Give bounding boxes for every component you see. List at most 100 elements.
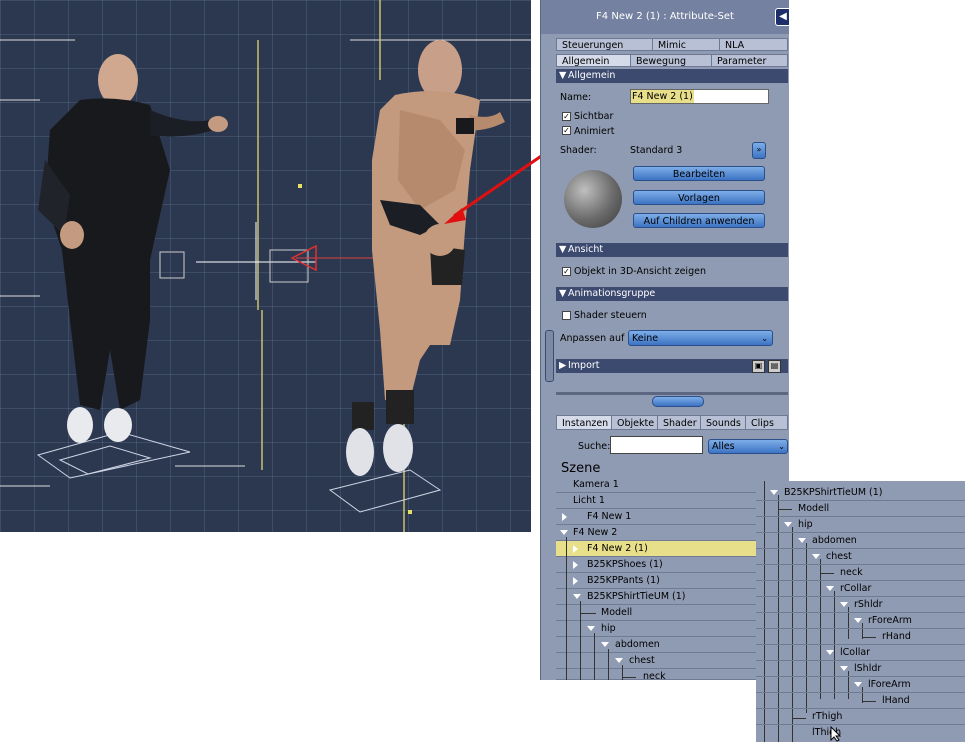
inset-item[interactable]: rHand (756, 629, 965, 645)
tab-mimic[interactable]: Mimic (652, 38, 720, 51)
inset-item[interactable]: lShldr (756, 661, 965, 677)
animated-checkbox[interactable]: ✓ (562, 126, 571, 135)
list-item[interactable]: F4 New 2 (556, 525, 788, 541)
section-ansicht[interactable]: ▼ Ansicht (556, 243, 788, 257)
tab-allgemein[interactable]: Allgemein (556, 54, 631, 67)
collapse-icon (840, 666, 848, 671)
shader-control-label: Shader steuern (574, 310, 647, 321)
item-label: Kamera 1 (573, 479, 619, 490)
item-label: hip (798, 519, 813, 530)
item-label: chest (826, 551, 852, 562)
inset-item[interactable]: B25KPShirtTieUM (1) (756, 485, 965, 501)
splitter-handle[interactable] (652, 396, 704, 407)
list-item[interactable]: neck (556, 669, 788, 680)
collapse-icon (826, 586, 834, 591)
list-item[interactable]: abdomen (556, 637, 788, 653)
inset-item[interactable]: lThigh (756, 725, 965, 742)
item-label: lForeArm (868, 679, 911, 690)
collapse-icon (587, 626, 595, 631)
save-icon[interactable]: ▣ (752, 360, 765, 373)
tab-sounds[interactable]: Sounds (700, 415, 746, 430)
show-in-3d-checkbox[interactable]: ✓ (562, 267, 571, 276)
inset-item[interactable]: hip (756, 517, 965, 533)
tab-label: Parameter (717, 56, 767, 67)
inset-item[interactable]: Modell (756, 501, 965, 517)
inset-item[interactable]: lCollar (756, 645, 965, 661)
shader-control-checkbox[interactable] (562, 311, 571, 320)
mouse-cursor-icon (830, 726, 842, 742)
fit-to-select[interactable]: Keine ⌄ (628, 330, 773, 346)
open-folder-icon[interactable]: ▤ (768, 360, 781, 373)
triangle-right-icon: ▶ (559, 360, 567, 371)
inset-item[interactable]: rForeArm (756, 613, 965, 629)
inset-item[interactable]: abdomen (756, 533, 965, 549)
collapse-icon (812, 554, 820, 559)
list-item[interactable]: F4 New 1 (556, 509, 788, 525)
inset-item[interactable]: rCollar (756, 581, 965, 597)
collapse-icon (854, 618, 862, 623)
side-collapse-handle[interactable] (545, 330, 554, 382)
collapse-icon (784, 522, 792, 527)
inset-item[interactable]: rShldr (756, 597, 965, 613)
section-animationsgruppe[interactable]: ▼ Animationsgruppe (556, 287, 788, 301)
apply-to-children-button[interactable]: Auf Children anwenden (633, 213, 765, 228)
tab-instanzen[interactable]: Instanzen (556, 415, 612, 430)
edit-shader-button[interactable]: Bearbeiten (633, 166, 765, 181)
list-item[interactable]: Kamera 1 (556, 477, 788, 493)
inset-item[interactable]: lHand (756, 693, 965, 709)
item-label: rHand (882, 631, 911, 642)
3d-viewport[interactable] (0, 0, 531, 532)
list-item[interactable]: B25KPShirtTieUM (1) (556, 589, 788, 605)
viewport-scene (0, 0, 531, 532)
list-item-selected[interactable]: F4 New 2 (1) (556, 541, 756, 557)
inset-item[interactable]: neck (756, 565, 965, 581)
inset-item[interactable]: lForeArm (756, 677, 965, 693)
item-label: lShldr (854, 663, 882, 674)
tab-bewegung[interactable]: Bewegung (630, 54, 712, 67)
list-item[interactable]: B25KPPants (1) (556, 573, 788, 589)
presets-button[interactable]: Vorlagen (633, 190, 765, 205)
tab-steuerungen[interactable]: Steuerungen (556, 38, 653, 51)
inset-item[interactable]: rThigh (756, 709, 965, 725)
tab-nla[interactable]: NLA (719, 38, 788, 51)
chevron-down-icon: » (756, 145, 762, 154)
list-item[interactable]: Licht 1 (556, 493, 788, 509)
panel-splitter[interactable] (556, 392, 788, 395)
tab-parameter[interactable]: Parameter (711, 54, 788, 67)
visible-checkbox[interactable]: ✓ (562, 112, 571, 121)
filter-select[interactable]: Alles ⌄ (708, 439, 788, 454)
list-item[interactable]: B25KPShoes (1) (556, 557, 788, 573)
shader-dropdown-button[interactable]: » (752, 142, 766, 159)
collapse-icon (615, 658, 623, 663)
collapse-icon (798, 538, 806, 543)
tab-objekte[interactable]: Objekte (611, 415, 658, 430)
tab-label: Instanzen (562, 418, 609, 429)
search-input[interactable] (610, 436, 703, 454)
tab-shader[interactable]: Shader (657, 415, 701, 430)
item-label: B25KPShirtTieUM (1) (587, 591, 686, 602)
item-label: rThigh (812, 711, 843, 722)
item-label: F4 New 2 (573, 527, 618, 538)
panel-close-button[interactable]: ◀ (775, 8, 789, 26)
section-label: Ansicht (568, 244, 604, 255)
tab-label: Shader (663, 418, 697, 429)
item-label: abdomen (812, 535, 857, 546)
name-input-selection: F4 New 2 (1) (631, 90, 694, 103)
item-label: neck (643, 671, 666, 680)
list-item[interactable]: hip (556, 621, 788, 637)
visible-label: Sichtbar (574, 111, 614, 122)
fit-to-value: Keine (632, 333, 659, 344)
list-item[interactable]: chest (556, 653, 788, 669)
section-label: Animationsgruppe (568, 288, 656, 299)
animated-label: Animiert (574, 126, 615, 137)
collapse-icon (840, 602, 848, 607)
tab-label: Bewegung (636, 56, 687, 67)
tab-clips[interactable]: Clips (745, 415, 788, 430)
collapse-icon (770, 490, 778, 495)
filter-value: Alles (712, 441, 735, 452)
scene-header: Szene (561, 461, 601, 476)
section-allgemein[interactable]: ▼ Allgemein (556, 69, 788, 83)
shader-preview-sphere[interactable] (564, 170, 622, 228)
item-label: hip (601, 623, 616, 634)
inset-item[interactable]: chest (756, 549, 965, 565)
